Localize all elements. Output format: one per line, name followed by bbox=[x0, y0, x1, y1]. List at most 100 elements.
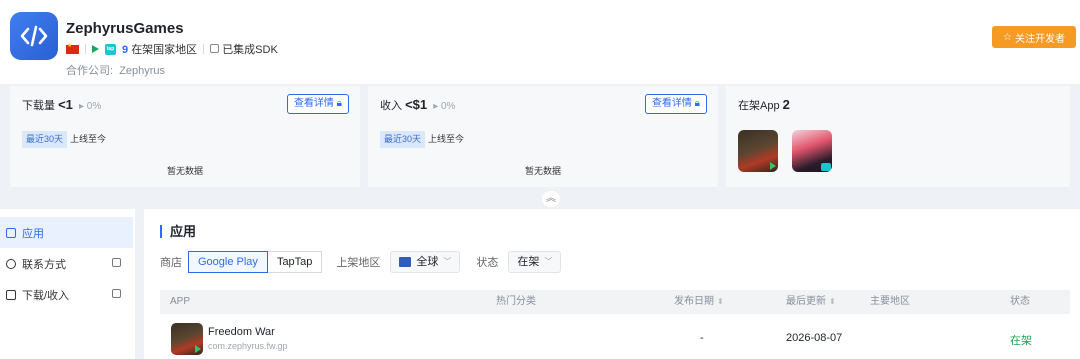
region-value: 全球 bbox=[416, 256, 439, 268]
app-package: com.zephyrus.fw.gp bbox=[208, 341, 288, 351]
taptap-icon bbox=[821, 163, 831, 171]
divider bbox=[85, 44, 86, 54]
app-thumbnail[interactable] bbox=[738, 130, 778, 172]
sort-icon: ⬍ bbox=[717, 297, 724, 306]
sdk-info[interactable]: 已集成SDK bbox=[210, 41, 278, 57]
chart-icon bbox=[6, 289, 16, 300]
store-option-google-play[interactable]: Google Play bbox=[188, 251, 268, 273]
developer-logo bbox=[10, 12, 58, 60]
code-brackets-icon bbox=[20, 25, 48, 47]
lock-icon bbox=[112, 289, 121, 298]
lock-icon bbox=[210, 44, 220, 53]
apps-panel: 应用 商店 Google Play TapTap 上架地区 全球 ﹀ 状态 在架… bbox=[144, 209, 1080, 359]
developer-meta-row: tap 9 在架国家地区 已集成SDK bbox=[66, 42, 278, 56]
partner-company: 合作公司: Zephyrus bbox=[66, 62, 165, 78]
follow-developer-button[interactable]: ☆ 关注开发者 bbox=[992, 26, 1076, 48]
revenue-detail-button[interactable]: 查看详情 🔒︎ bbox=[644, 94, 707, 114]
google-play-icon bbox=[195, 345, 201, 353]
store-filter-label: 商店 bbox=[160, 257, 182, 269]
grid-icon bbox=[6, 227, 16, 238]
chevron-down-icon: ﹀ bbox=[443, 257, 452, 266]
revenue-change-value: 0% bbox=[441, 101, 456, 112]
downloads-title: 下载量 <1 ▸ 0% bbox=[22, 97, 101, 113]
sidebar-item-label: 下载/收入 bbox=[22, 289, 70, 302]
sort-icon: ⬍ bbox=[829, 297, 836, 306]
sidebar-item-contact[interactable]: 联系方式 bbox=[0, 248, 133, 279]
divider bbox=[203, 44, 205, 54]
downloads-change-value: 0% bbox=[86, 101, 102, 112]
downloads-card: 下载量 <1 ▸ 0% 查看详情 🔒︎ 最近30天 上线至今 暂无数据 bbox=[10, 86, 360, 187]
column-category: 热门分类 bbox=[496, 296, 536, 307]
apps-count: 2 bbox=[782, 97, 790, 112]
revenue-value: <$1 bbox=[405, 97, 428, 112]
column-status: 状态 bbox=[1010, 296, 1030, 307]
sidebar: 应用 联系方式 下载/收入 bbox=[0, 209, 135, 359]
status-select[interactable]: 在架 ﹀ bbox=[508, 251, 562, 273]
chevron-down-icon: ﹀ bbox=[544, 257, 553, 266]
developer-header: ZephyrusGames tap 9 在架国家地区 已集成SDK 合作公司: … bbox=[0, 0, 1080, 84]
developer-name: ZephyrusGames bbox=[66, 20, 184, 37]
revenue-range-30d[interactable]: 最近30天 bbox=[380, 131, 426, 148]
column-release-date[interactable]: 发布日期 ⬍ bbox=[674, 290, 724, 314]
table-header: APP 热门分类 发布日期 ⬍ 最后更新 ⬍ 主要地区 状态 bbox=[160, 290, 1070, 314]
downloads-range-all[interactable]: 上线至今 bbox=[70, 131, 106, 148]
store-option-taptap[interactable]: TapTap bbox=[267, 251, 323, 273]
revenue-change: ▸ 0% bbox=[433, 101, 456, 112]
lock-icon: 🔒︎ bbox=[336, 98, 342, 109]
status-filter-label: 状态 bbox=[476, 257, 499, 269]
app-status: 在架 bbox=[1010, 335, 1032, 347]
taptap-icon: tap bbox=[105, 43, 116, 55]
table-row[interactable]: Freedom War com.zephyrus.fw.gp - 2026-08… bbox=[160, 315, 1070, 359]
apps-title: 在架App 2 bbox=[738, 97, 790, 113]
china-flag-icon bbox=[66, 42, 79, 54]
chevron-up-icon: ︽ bbox=[546, 193, 556, 204]
revenue-card: 收入 <$1 ▸ 0% 查看详情 🔒︎ 最近30天 上线至今 暂无数据 bbox=[368, 86, 718, 187]
app-name[interactable]: Freedom War bbox=[208, 326, 275, 338]
region-filter-label: 上架地区 bbox=[336, 257, 381, 269]
sidebar-item-apps[interactable]: 应用 bbox=[0, 217, 133, 248]
downloads-range-30d[interactable]: 最近30天 bbox=[22, 131, 68, 148]
partner-label: 合作公司: bbox=[66, 65, 114, 77]
revenue-range-all[interactable]: 上线至今 bbox=[428, 131, 464, 148]
downloads-change: ▸ 0% bbox=[78, 101, 102, 112]
status-value: 在架 bbox=[517, 256, 540, 268]
google-play-icon bbox=[92, 45, 99, 53]
revenue-title: 收入 <$1 ▸ 0% bbox=[380, 97, 455, 113]
downloads-detail-button[interactable]: 查看详情 🔒︎ bbox=[286, 94, 349, 114]
revenue-detail-label: 查看详情 bbox=[651, 98, 692, 109]
globe-icon bbox=[399, 257, 412, 267]
downloads-label: 下载量 bbox=[22, 100, 55, 112]
region-select[interactable]: 全球 ﹀ bbox=[390, 251, 461, 273]
sidebar-item-downloads-revenue[interactable]: 下载/收入 bbox=[0, 279, 133, 310]
column-last-update[interactable]: 最后更新 ⬍ bbox=[786, 290, 836, 314]
apps-label: 在架App bbox=[738, 100, 780, 112]
star-icon: ☆ bbox=[1003, 31, 1012, 43]
apps-card: 在架App 2 bbox=[726, 86, 1070, 187]
sidebar-item-label: 联系方式 bbox=[22, 258, 66, 271]
lock-icon: 🔒︎ bbox=[694, 98, 700, 109]
follow-label: 关注开发者 bbox=[1014, 33, 1065, 45]
app-icon[interactable] bbox=[171, 323, 203, 355]
contact-icon bbox=[6, 258, 16, 269]
downloads-detail-label: 查看详情 bbox=[293, 98, 334, 109]
apps-list bbox=[738, 130, 832, 172]
column-main-region: 主要地区 bbox=[870, 296, 910, 307]
country-count-number: 9 bbox=[122, 44, 129, 56]
google-play-icon bbox=[770, 162, 776, 170]
lock-icon bbox=[112, 258, 121, 267]
sdk-label: 已集成SDK bbox=[222, 44, 278, 56]
downloads-value: <1 bbox=[58, 97, 73, 112]
country-count-label: 在架国家地区 bbox=[131, 44, 198, 56]
collapse-toggle-button[interactable]: ︽ bbox=[542, 191, 560, 207]
country-count[interactable]: 9 在架国家地区 bbox=[122, 41, 197, 57]
column-release-date-label: 发布日期 bbox=[674, 296, 714, 307]
revenue-label: 收入 bbox=[380, 100, 402, 112]
filter-bar: 商店 Google Play TapTap 上架地区 全球 ﹀ 状态 在架 ﹀ bbox=[160, 251, 562, 273]
app-release-date: - bbox=[700, 332, 704, 344]
partner-name: Zephyrus bbox=[119, 65, 166, 77]
revenue-empty: 暂无数据 bbox=[524, 166, 561, 176]
column-last-update-label: 最后更新 bbox=[786, 296, 826, 307]
sidebar-item-label: 应用 bbox=[22, 227, 44, 240]
app-thumbnail[interactable] bbox=[792, 130, 832, 172]
downloads-empty: 暂无数据 bbox=[166, 166, 203, 176]
